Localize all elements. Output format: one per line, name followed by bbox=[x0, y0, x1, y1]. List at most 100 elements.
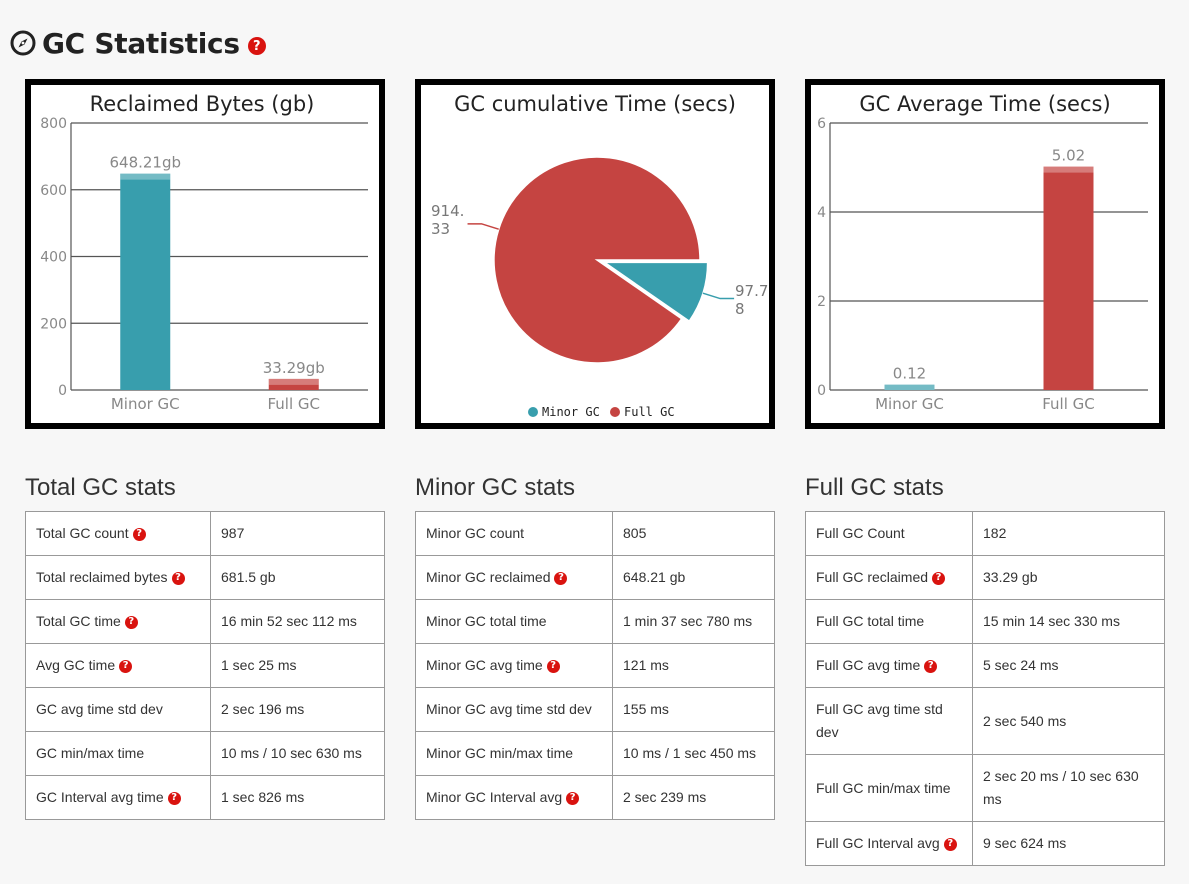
table-row: Minor GC reclaimed? 648.21 gb bbox=[415, 555, 775, 600]
compass-icon bbox=[10, 30, 36, 56]
full-gc-stats-table: Full GC Count 182 Full GC reclaimed? 33.29 … bbox=[805, 511, 1165, 866]
y-tick-label: 400 bbox=[40, 250, 67, 266]
reclaimed-bytes-chart-svg: Reclaimed Bytes (gb) 0 200 400 600 800 648.21… bbox=[40, 92, 368, 413]
stat-value: 681.5 gb bbox=[210, 555, 385, 600]
cumulative-time-chart-svg: GC cumulative Time (secs) 97.7 8 914. 33… bbox=[431, 92, 768, 419]
stat-label-cell: Minor GC reclaimed? bbox=[415, 555, 613, 600]
question-circle-icon[interactable]: ? bbox=[932, 571, 946, 585]
average-time-chart: GC Average Time (secs) 0 2 4 6 0.12 Minor GC 5… bbox=[805, 79, 1165, 429]
bar-minor-gc[interactable] bbox=[120, 173, 171, 390]
pie-leader-line bbox=[702, 292, 735, 300]
stat-label: Full GC min/max time bbox=[816, 779, 951, 796]
bar-value-label: 5.02 bbox=[1052, 147, 1085, 165]
stat-value: 1 min 37 sec 780 ms bbox=[612, 599, 775, 644]
y-tick-label: 0 bbox=[817, 383, 826, 399]
question-circle-icon[interactable]: ? bbox=[132, 527, 146, 541]
stat-label: Total GC time bbox=[36, 613, 121, 629]
table-row: Full GC Count 182 bbox=[805, 511, 1165, 556]
y-tick-label: 0 bbox=[58, 383, 67, 399]
table-row: GC Interval avg time? 1 sec 826 ms bbox=[25, 775, 385, 820]
stat-label: GC avg time std dev bbox=[36, 701, 163, 717]
pie-label-minor: 97.7 bbox=[735, 282, 768, 300]
x-tick-label: Minor GC bbox=[875, 395, 944, 413]
x-tick-label: Full GC bbox=[1042, 395, 1095, 413]
stat-value: 987 bbox=[210, 511, 385, 556]
chart-title: Reclaimed Bytes (gb) bbox=[90, 92, 315, 116]
stat-label-cell: Full GC total time bbox=[805, 599, 973, 644]
stat-value: 2 sec 196 ms bbox=[210, 687, 385, 732]
pie-slice-full-gc[interactable] bbox=[493, 156, 701, 364]
y-tick-label: 200 bbox=[40, 316, 67, 332]
bar-highlight bbox=[268, 378, 319, 385]
stat-value: 16 min 52 sec 112 ms bbox=[210, 599, 385, 644]
stat-label-cell: Minor GC min/max time bbox=[415, 731, 613, 776]
stat-value: 155 ms bbox=[612, 687, 775, 732]
stat-label: GC Interval avg time bbox=[36, 789, 164, 805]
stat-value: 1 sec 826 ms bbox=[210, 775, 385, 820]
question-circle-icon[interactable]: ? bbox=[124, 615, 138, 629]
table-row: Full GC reclaimed? 33.29 gb bbox=[805, 555, 1165, 600]
chart-title: GC Average Time (secs) bbox=[859, 92, 1110, 116]
bar-full-gc[interactable] bbox=[1043, 166, 1094, 390]
stat-label-cell: Full GC avg time? bbox=[805, 643, 973, 688]
stat-label-cell: GC min/max time bbox=[25, 731, 211, 776]
legend-label-full: Full GC bbox=[624, 405, 675, 419]
question-circle-icon[interactable]: ? bbox=[554, 571, 568, 585]
stat-label: Full GC reclaimed bbox=[816, 569, 929, 585]
question-circle-icon[interactable]: ? bbox=[943, 837, 957, 851]
total-gc-stats-table: Total GC count? 987 Total reclaimed bytes?… bbox=[25, 511, 385, 820]
stat-label: Minor GC avg time std dev bbox=[426, 701, 592, 717]
table-row: Minor GC avg time? 121 ms bbox=[415, 643, 775, 688]
stat-value: 1 sec 25 ms bbox=[210, 643, 385, 688]
stat-value: 15 min 14 sec 330 ms bbox=[972, 599, 1165, 644]
question-circle-icon[interactable]: ? bbox=[566, 791, 580, 805]
stat-label: Full GC Interval avg bbox=[816, 835, 940, 851]
full-gc-stats-title: Full GC stats bbox=[805, 474, 944, 501]
table-row: GC avg time std dev 2 sec 196 ms bbox=[25, 687, 385, 732]
stat-label-cell: Total GC count? bbox=[25, 511, 211, 556]
pie-label-minor: 8 bbox=[735, 300, 745, 318]
question-circle-icon[interactable]: ? bbox=[119, 659, 133, 673]
page-title: GC Statistics bbox=[42, 26, 240, 60]
question-circle-icon[interactable]: ? bbox=[924, 659, 938, 673]
bar-highlight bbox=[1043, 166, 1094, 173]
legend-swatch-minor bbox=[528, 407, 538, 417]
question-circle-icon[interactable]: ? bbox=[247, 37, 266, 55]
total-gc-stats-title: Total GC stats bbox=[25, 474, 176, 501]
y-tick-label: 6 bbox=[817, 116, 826, 132]
stat-value: 33.29 gb bbox=[972, 555, 1165, 600]
table-row: Full GC avg time std dev 2 sec 540 ms bbox=[805, 687, 1165, 755]
minor-gc-stats-table: Minor GC count 805 Minor GC reclaimed? 648.… bbox=[415, 511, 775, 820]
stat-label-cell: Avg GC time? bbox=[25, 643, 211, 688]
stat-label: Minor GC reclaimed bbox=[426, 569, 551, 585]
minor-gc-stats-title: Minor GC stats bbox=[415, 474, 576, 501]
stat-label: Minor GC min/max time bbox=[426, 745, 574, 761]
page-header: GC Statistics ? bbox=[10, 26, 266, 60]
pie-label-full: 914. bbox=[431, 202, 464, 220]
stat-value: 9 sec 624 ms bbox=[972, 821, 1165, 866]
table-row: Full GC Interval avg? 9 sec 624 ms bbox=[805, 821, 1165, 866]
stat-label-cell: GC Interval avg time? bbox=[25, 775, 211, 820]
table-row: GC min/max time 10 ms / 10 sec 630 ms bbox=[25, 731, 385, 776]
stat-value: 10 ms / 1 sec 450 ms bbox=[612, 731, 775, 776]
stat-label-cell: GC avg time std dev bbox=[25, 687, 211, 732]
chart-title: GC cumulative Time (secs) bbox=[454, 92, 736, 116]
cumulative-time-chart: GC cumulative Time (secs) 97.7 8 914. 33… bbox=[415, 79, 775, 429]
stat-value: 182 bbox=[972, 511, 1165, 556]
stat-label-cell: Minor GC avg time? bbox=[415, 643, 613, 688]
y-tick-label: 800 bbox=[40, 116, 67, 132]
stat-label: Total reclaimed bytes bbox=[36, 569, 168, 585]
stat-label: Avg GC time bbox=[36, 657, 116, 673]
stat-label: Minor GC count bbox=[426, 525, 525, 541]
stat-value: 2 sec 20 ms / 10 sec 630 ms bbox=[972, 754, 1165, 822]
legend-swatch-full bbox=[610, 407, 620, 417]
average-time-chart-svg: GC Average Time (secs) 0 2 4 6 0.12 Minor GC 5… bbox=[817, 92, 1148, 413]
pie-label-full: 33 bbox=[431, 220, 450, 238]
bar-value-label: 0.12 bbox=[893, 365, 926, 383]
question-circle-icon[interactable]: ? bbox=[546, 659, 560, 673]
question-circle-icon[interactable]: ? bbox=[167, 791, 181, 805]
table-row: Minor GC avg time std dev 155 ms bbox=[415, 687, 775, 732]
table-row: Total GC count? 987 bbox=[25, 511, 385, 556]
question-circle-icon[interactable]: ? bbox=[171, 571, 185, 585]
stat-value: 10 ms / 10 sec 630 ms bbox=[210, 731, 385, 776]
